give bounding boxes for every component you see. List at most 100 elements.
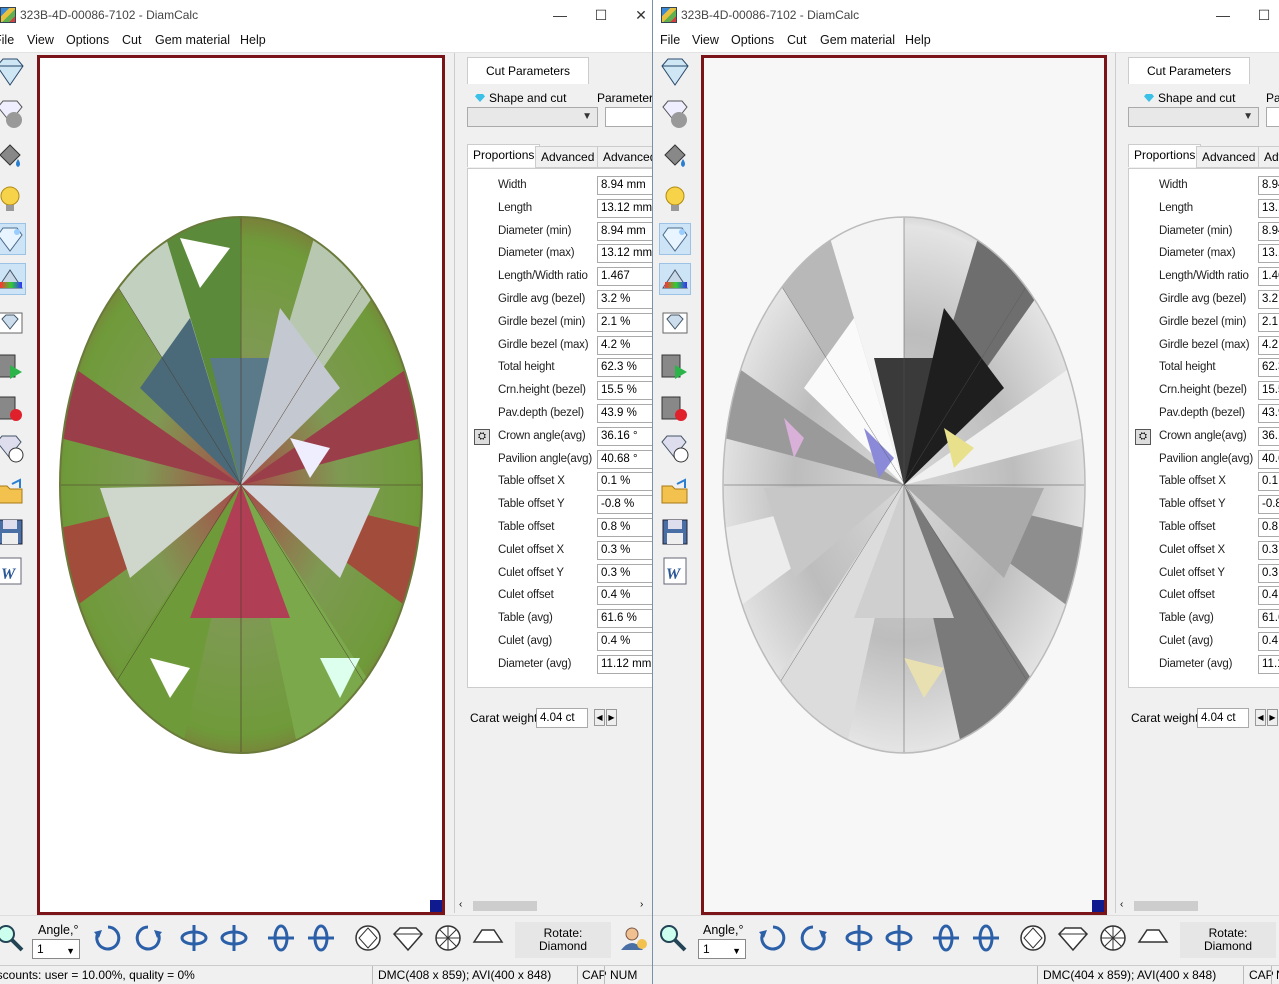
minimize-button[interactable]: — [545, 6, 575, 24]
flip-vertical-reverse-icon[interactable] [970, 922, 1002, 954]
menu-options[interactable]: Options [731, 33, 774, 47]
minimize-button[interactable]: — [1208, 6, 1238, 24]
tab-advanced-2[interactable]: Advanced [597, 146, 652, 168]
rotate-ccw-icon[interactable] [132, 922, 164, 954]
carat-weight-field[interactable]: 4.04 ct [1197, 708, 1249, 728]
rotate-ccw-icon[interactable] [797, 922, 829, 954]
proportion-value-field[interactable]: 0.1 % [597, 472, 652, 492]
open-folder-icon[interactable] [0, 476, 26, 508]
proportion-value-field[interactable]: 3.2 [1258, 290, 1279, 309]
diamond-view-icon[interactable] [0, 56, 26, 88]
proportion-value-field[interactable]: 8.94 mm [597, 221, 652, 241]
proportion-value-field[interactable]: 40.6 [1258, 449, 1279, 469]
proportion-value-field[interactable]: 0.4 [1258, 586, 1279, 606]
top-view-icon[interactable] [352, 922, 384, 954]
zoom-magnifier-icon[interactable] [657, 922, 689, 954]
proportion-value-field[interactable]: 11.1 [1258, 654, 1279, 674]
light-bulb-icon[interactable] [0, 183, 26, 215]
menu-gem-material[interactable]: Gem material [155, 33, 230, 47]
proportion-value-field[interactable]: 0.8 % [597, 518, 652, 537]
proportion-value-field[interactable]: 3.2 % [597, 290, 652, 309]
panel-horizontal-scrollbar[interactable]: ‹ › [455, 899, 652, 913]
proportion-value-field[interactable]: 0.3 [1258, 563, 1279, 583]
proportion-value-field[interactable]: 43.9 % [597, 404, 652, 423]
word-export-icon[interactable]: W [0, 555, 26, 587]
proportion-value-field[interactable]: 62.3 % [597, 358, 652, 378]
flip-horizontal-icon[interactable] [178, 922, 210, 954]
flip-vertical-reverse-icon[interactable] [305, 922, 337, 954]
carat-increment-button[interactable]: ▶ [1267, 709, 1278, 726]
rotate-mode-button[interactable]: Rotate: Diamond [515, 922, 611, 958]
scroll-left-icon[interactable]: ‹ [459, 899, 462, 910]
proportion-value-field[interactable]: 62.3 [1258, 358, 1279, 378]
proportion-value-field[interactable]: 40.68 ° [597, 449, 652, 469]
diamond-sparkle-icon[interactable] [659, 223, 691, 255]
tab-advanced[interactable]: Advanced [535, 146, 601, 168]
proportion-value-field[interactable]: 15.5 [1258, 381, 1279, 401]
panel-horizontal-scrollbar[interactable]: ‹ [1116, 899, 1279, 913]
proportion-value-field[interactable]: 2.1 [1258, 312, 1279, 332]
flip-horizontal-icon[interactable] [843, 922, 875, 954]
shape-and-cut-select[interactable]: ▼ [1128, 107, 1259, 127]
parameters-field[interactable] [605, 107, 652, 127]
proportion-value-field[interactable]: 1.467 [597, 267, 652, 287]
flip-horizontal-reverse-icon[interactable] [218, 922, 250, 954]
carat-weight-field[interactable]: 4.04 ct [536, 708, 588, 728]
play-animation-icon[interactable] [0, 351, 26, 383]
flip-horizontal-reverse-icon[interactable] [883, 922, 915, 954]
spectrum-icon[interactable] [659, 263, 691, 295]
proportion-value-field[interactable]: 0.4 % [597, 632, 652, 651]
proportion-value-field[interactable]: 36.16 ° [597, 426, 652, 446]
side-view-icon[interactable] [392, 922, 424, 954]
lock-toggle-icon[interactable]: ⛭ [1135, 428, 1151, 445]
diamond-wheel-icon[interactable] [659, 433, 691, 465]
diamond-view-icon[interactable] [659, 56, 691, 88]
pavilion-view-icon[interactable] [1137, 922, 1169, 954]
menu-cut[interactable]: Cut [122, 33, 141, 47]
spectrum-icon[interactable] [0, 263, 26, 295]
paint-bucket-icon[interactable] [659, 141, 691, 173]
rotate-cw-icon[interactable] [92, 922, 124, 954]
proportion-value-field[interactable]: 0.8 [1258, 518, 1279, 537]
proportion-value-field[interactable]: 13.12 mm [597, 198, 652, 218]
word-export-icon[interactable]: W [659, 555, 691, 587]
proportion-value-field[interactable]: 8.94 [1258, 221, 1279, 241]
proportion-value-field[interactable]: 0.4 [1258, 632, 1279, 651]
bottom-view-icon[interactable] [1097, 922, 1129, 954]
proportion-value-field[interactable]: -0.8 [1258, 495, 1279, 515]
proportion-value-field[interactable]: 13.1 [1258, 244, 1279, 264]
gem-sphere-icon[interactable] [0, 98, 26, 130]
menu-gem-material[interactable]: Gem material [820, 33, 895, 47]
maximize-button[interactable]: ☐ [1249, 6, 1279, 24]
lock-toggle-icon[interactable]: ⛭ [474, 428, 490, 445]
angle-select[interactable]: 1 ▼ [698, 939, 746, 959]
tab-proportions[interactable]: Proportions [1128, 144, 1202, 167]
menu-file[interactable]: File [0, 33, 14, 47]
proportion-value-field[interactable]: 13.12 mm [597, 244, 652, 264]
diamond-card-icon[interactable] [659, 307, 691, 339]
proportion-value-field[interactable]: 36.1 [1258, 426, 1279, 446]
flip-vertical-icon[interactable] [930, 922, 962, 954]
light-bulb-icon[interactable] [659, 183, 691, 215]
diamond-card-icon[interactable] [0, 307, 26, 339]
flip-vertical-icon[interactable] [265, 922, 297, 954]
gem-sphere-icon[interactable] [659, 98, 691, 130]
bottom-view-icon[interactable] [432, 922, 464, 954]
zoom-magnifier-icon[interactable] [0, 922, 26, 954]
proportion-value-field[interactable]: 43.9 [1258, 404, 1279, 423]
proportion-value-field[interactable]: 4.2 % [597, 335, 652, 355]
scroll-right-icon[interactable]: › [640, 899, 643, 910]
diamond-render-view[interactable] [37, 55, 445, 915]
record-icon[interactable] [659, 393, 691, 425]
angle-select[interactable]: 1 ▼ [32, 939, 80, 959]
shape-and-cut-select[interactable]: ▼ [467, 107, 598, 127]
top-view-icon[interactable] [1017, 922, 1049, 954]
carat-decrement-button[interactable]: ◀ [594, 709, 605, 726]
rotate-cw-icon[interactable] [757, 922, 789, 954]
play-animation-icon[interactable] [659, 351, 691, 383]
proportion-value-field[interactable]: 0.3 [1258, 540, 1279, 560]
tab-advanced-2[interactable]: Adv [1258, 146, 1279, 168]
open-folder-icon[interactable] [659, 476, 691, 508]
proportion-value-field[interactable]: 15.5 % [597, 381, 652, 401]
close-button[interactable]: ✕ [626, 6, 652, 24]
